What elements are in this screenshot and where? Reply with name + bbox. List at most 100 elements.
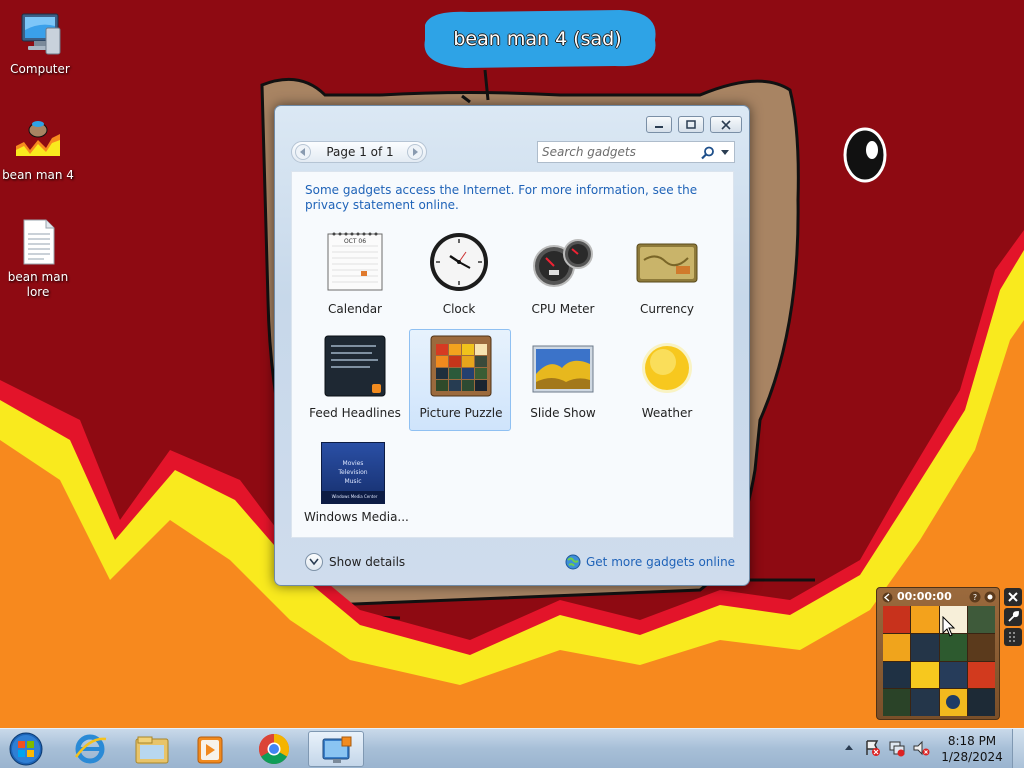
puzzle-tile[interactable] [883, 606, 911, 633]
next-page-button[interactable] [407, 144, 423, 160]
puzzle-tile[interactable] [911, 661, 939, 689]
taskbar-internet-explorer[interactable] [62, 731, 118, 767]
show-hidden-icons-button[interactable] [844, 743, 854, 753]
puzzle-tile[interactable] [883, 689, 911, 716]
desktop-icon-bean-man-lore[interactable]: bean man lore [0, 218, 76, 300]
dropdown-arrow-icon[interactable] [720, 149, 730, 157]
taskbar-windows-media-player[interactable] [182, 731, 238, 767]
start-button[interactable] [2, 731, 54, 767]
gadget-label: Weather [641, 406, 693, 420]
desktop-icon-computer[interactable]: Computer [2, 10, 78, 77]
taskbar: 8:18 PM 1/28/2024 [0, 728, 1024, 768]
feed-headlines-gadget-icon [324, 334, 386, 398]
gadget-label: Windows Media... [304, 510, 409, 524]
taskbar-chrome[interactable] [246, 731, 302, 767]
gadget-label: Feed Headlines [309, 406, 401, 420]
gadget-picture-puzzle[interactable]: Picture Puzzle [409, 329, 511, 431]
network-icon[interactable] [888, 739, 906, 757]
puzzle-tile[interactable] [883, 661, 911, 689]
calendar-month-text: OCT 06 [344, 238, 366, 245]
volume-muted-icon[interactable] [912, 739, 930, 757]
gadget-calendar[interactable]: OCT 06 Calendar [304, 226, 406, 328]
get-more-gadgets-link[interactable]: Get more gadgets online [565, 552, 735, 572]
gadget-windows-media-center[interactable]: Movies Television Music Windows Media Ce… [304, 434, 409, 536]
clock-gadget-icon [428, 230, 490, 294]
search-icon[interactable] [701, 146, 715, 160]
preview-picture-icon[interactable] [984, 591, 996, 603]
bean-man-image-icon [14, 116, 62, 164]
gadget-cpu-meter[interactable]: CPU Meter [512, 226, 614, 328]
gadget-options-button[interactable] [1004, 608, 1022, 626]
page-navigator: Page 1 of 1 [291, 141, 427, 163]
show-details-toggle[interactable]: Show details [305, 552, 405, 572]
close-button[interactable] [710, 116, 742, 133]
puzzle-tile[interactable] [967, 606, 995, 633]
cpu-meter-gadget-icon [532, 230, 594, 294]
close-gadget-button[interactable] [1004, 588, 1022, 606]
wallpaper-caption: bean man 4 (sad) [453, 28, 622, 50]
taskbar-gadgets[interactable] [308, 731, 364, 767]
clock-date: 1/28/2024 [941, 750, 1003, 764]
get-more-gadgets-label: Get more gadgets online [586, 555, 736, 569]
privacy-info-text[interactable]: Some gadgets access the Internet. For mo… [305, 183, 715, 213]
search-input[interactable] [542, 144, 692, 160]
gadget-drag-handle[interactable] [1004, 628, 1022, 646]
picture-puzzle-gadget[interactable]: 00:00:00 ? [876, 587, 1000, 720]
puzzle-empty-slot [967, 633, 995, 661]
show-details-label: Show details [329, 555, 406, 569]
back-arrow-icon[interactable] [882, 592, 893, 603]
chevron-left-icon [300, 148, 305, 156]
previous-page-button[interactable] [295, 144, 311, 160]
help-icon[interactable]: ? [969, 591, 981, 603]
taskbar-clock[interactable]: 8:18 PM 1/28/2024 [940, 733, 1004, 765]
puzzle-tile[interactable] [939, 661, 967, 689]
svg-text:?: ? [973, 593, 977, 602]
gadget-gallery: Some gadgets access the Internet. For mo… [291, 171, 734, 538]
puzzle-tile[interactable] [883, 633, 911, 661]
gadget-label: Clock [442, 302, 476, 316]
media-menu-item: Movies [342, 460, 364, 467]
media-menu-item: Music [344, 478, 362, 485]
picture-puzzle-gadget-icon [430, 334, 492, 398]
puzzle-timer: 00:00:00 [897, 590, 952, 603]
slide-show-gadget-icon [532, 334, 594, 398]
mouse-cursor-icon [942, 616, 956, 637]
desktop-icon-label: Computer [10, 62, 70, 76]
chrome-icon [258, 734, 290, 765]
gadgets-window-icon [322, 736, 352, 763]
calendar-gadget-icon: OCT 06 [324, 230, 386, 294]
gadget-label: Calendar [328, 302, 382, 316]
taskbar-file-explorer[interactable] [124, 731, 180, 767]
gadgets-window: Page 1 of 1 Some gadgets access the Inte… [274, 105, 750, 586]
gadget-weather[interactable]: Weather [616, 330, 718, 432]
start-orb-icon [9, 732, 43, 766]
puzzle-tile[interactable] [911, 633, 939, 661]
gadget-feed-headlines[interactable]: Feed Headlines [304, 330, 406, 432]
internet-explorer-icon [74, 734, 107, 764]
puzzle-grid [883, 606, 995, 716]
weather-gadget-icon [636, 334, 698, 398]
minimize-icon [655, 126, 663, 128]
restore-button[interactable] [678, 116, 704, 133]
restore-icon [686, 120, 696, 129]
action-center-icon[interactable] [864, 739, 882, 757]
currency-gadget-icon [636, 230, 698, 294]
gadget-slide-show[interactable]: Slide Show [512, 330, 614, 432]
computer-icon [16, 10, 64, 58]
puzzle-tile[interactable] [939, 689, 967, 716]
puzzle-tile[interactable] [911, 606, 939, 633]
windows-media-player-icon [197, 736, 223, 764]
gadget-label: Currency [639, 302, 695, 316]
grip-icon [1009, 632, 1015, 642]
puzzle-tile[interactable] [967, 689, 995, 716]
puzzle-tile[interactable] [911, 689, 939, 716]
gadget-currency[interactable]: Currency [616, 226, 718, 328]
minimize-button[interactable] [646, 116, 672, 133]
globe-icon [565, 554, 581, 570]
expand-chevron-icon [305, 553, 323, 571]
puzzle-tile[interactable] [967, 661, 995, 689]
chevron-right-icon [413, 148, 418, 156]
desktop-icon-bean-man-4[interactable]: bean man 4 [0, 116, 76, 183]
show-desktop-button[interactable] [1012, 729, 1024, 768]
gadget-clock[interactable]: Clock [408, 226, 510, 328]
